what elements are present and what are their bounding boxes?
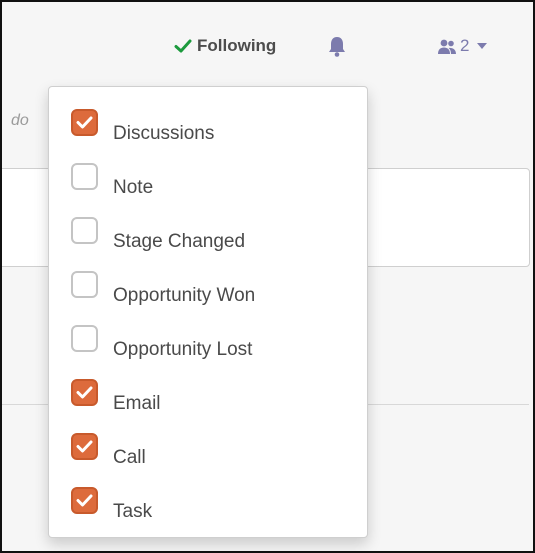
following-button[interactable]: Following <box>174 36 276 56</box>
following-label: Following <box>197 36 277 55</box>
subtype-list: Discussions Note Stage Changed Opportuni… <box>49 103 367 535</box>
followers-dropdown-toggle[interactable]: 2 <box>438 36 488 56</box>
subtype-item-opportunity-won[interactable]: Opportunity Won <box>49 265 367 319</box>
subtype-label: Email <box>113 393 161 414</box>
subtype-label: Discussions <box>113 123 215 144</box>
subtype-label: Opportunity Won <box>113 285 256 306</box>
followers-count: 2 <box>460 36 470 55</box>
checkbox[interactable] <box>71 109 98 136</box>
subtype-label: Task <box>113 501 153 522</box>
checkbox[interactable] <box>71 433 98 460</box>
background-text-fragment: do <box>11 112 29 129</box>
subtype-item-stage-changed[interactable]: Stage Changed <box>49 211 367 265</box>
checkbox[interactable] <box>71 325 98 352</box>
subtype-label: Call <box>113 447 146 468</box>
checkmark-icon <box>76 440 93 453</box>
subtype-label: Note <box>113 177 154 198</box>
subtype-item-call[interactable]: Call <box>49 427 367 481</box>
subtype-item-note[interactable]: Note <box>49 157 367 211</box>
subtype-item-email[interactable]: Email <box>49 373 367 427</box>
subtype-item-discussions[interactable]: Discussions <box>49 103 367 157</box>
checkbox[interactable] <box>71 271 98 298</box>
caret-down-icon <box>477 43 488 49</box>
checkmark-icon <box>76 116 93 129</box>
subtype-item-task[interactable]: Task <box>49 481 367 535</box>
checkmark-icon <box>76 494 93 507</box>
checkbox[interactable] <box>71 487 98 514</box>
checkbox[interactable] <box>71 379 98 406</box>
chatter-topbar: Following 2 <box>2 2 533 88</box>
subtype-label: Stage Changed <box>113 231 246 252</box>
check-icon <box>174 39 192 53</box>
checkbox[interactable] <box>71 163 98 190</box>
chatter-panel: Following 2 do Discussions Note Stage Ch… <box>0 0 535 553</box>
subtype-item-opportunity-lost[interactable]: Opportunity Lost <box>49 319 367 373</box>
checkbox[interactable] <box>71 217 98 244</box>
bell-icon[interactable] <box>327 35 347 57</box>
users-icon <box>438 39 456 54</box>
message-subtypes-dropdown: Discussions Note Stage Changed Opportuni… <box>48 86 368 538</box>
checkmark-icon <box>76 386 93 399</box>
subtype-label: Opportunity Lost <box>113 339 253 360</box>
